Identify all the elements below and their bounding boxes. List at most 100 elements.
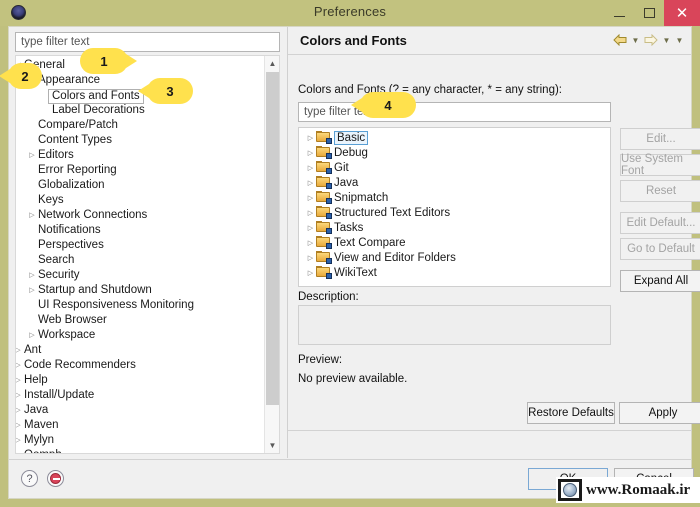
colors-fonts-category-tree[interactable]: ▷ Basic ▷ Debug ▷ Git ▷ Java ▷ Snipmatch ▷ Structur… <box>298 127 611 287</box>
colors-fonts-filter-input[interactable]: type filter text <box>298 102 611 122</box>
edit-button[interactable]: Edit... <box>620 128 700 150</box>
category-item-label: View and Editor Folders <box>334 252 456 264</box>
twisty-collapsed-icon[interactable]: ▷ <box>16 433 23 448</box>
restore-defaults-button[interactable]: Restore Defaults <box>527 402 615 424</box>
tree-item-general[interactable]: ◢General <box>16 58 266 73</box>
scrollbar-thumb[interactable] <box>266 72 279 405</box>
tree-item-maven[interactable]: ▷ Maven <box>16 418 266 433</box>
category-item-view-and-editor-folders[interactable]: ▷ View and Editor Folders <box>299 251 610 266</box>
category-item-basic[interactable]: ▷ Basic <box>299 131 610 146</box>
folder-theme-icon <box>316 221 332 234</box>
tree-item-label: Security <box>38 269 80 281</box>
twisty-collapsed-icon[interactable]: ▷ <box>305 221 316 236</box>
twisty-collapsed-icon[interactable]: ▷ <box>305 251 316 266</box>
twisty-collapsed-icon[interactable]: ▷ <box>305 161 316 176</box>
tree-item-error-reporting[interactable]: Error Reporting <box>16 163 266 178</box>
tree-item-notifications[interactable]: Notifications <box>16 223 266 238</box>
tree-item-code-recommenders[interactable]: ▷ Code Recommenders <box>16 358 266 373</box>
chevron-up-icon[interactable]: ▲ <box>265 56 279 71</box>
twisty-collapsed-icon[interactable]: ▷ <box>305 206 316 221</box>
tree-item-label: Label Decorations <box>52 104 145 116</box>
forward-arrow-icon[interactable] <box>643 32 659 48</box>
tree-item-editors[interactable]: ▷ Editors <box>16 148 266 163</box>
twisty-collapsed-icon[interactable]: ▷ <box>305 191 316 206</box>
twisty-collapsed-icon[interactable]: ▷ <box>16 418 23 433</box>
tree-item-content-types[interactable]: Content Types <box>16 133 266 148</box>
twisty-collapsed-icon[interactable]: ▷ <box>305 176 316 191</box>
tree-item-web-browser[interactable]: Web Browser <box>16 313 266 328</box>
tree-item-label: Editors <box>38 149 74 161</box>
back-arrow-icon[interactable] <box>612 32 628 48</box>
tree-item-label-decorations[interactable]: Label Decorations <box>16 103 266 118</box>
tree-item-keys[interactable]: Keys <box>16 193 266 208</box>
use-system-font-button[interactable]: Use System Font <box>620 153 700 177</box>
twisty-collapsed-icon[interactable]: ▷ <box>27 148 37 163</box>
chevron-down-icon[interactable]: ▼ <box>265 438 279 453</box>
back-menu-chevron-down-icon[interactable]: ▼ <box>630 32 641 48</box>
tree-filter-input[interactable]: type filter text <box>15 32 280 52</box>
minimize-button[interactable] <box>604 0 634 26</box>
twisty-collapsed-icon[interactable]: ▷ <box>305 266 316 281</box>
dialog-frame: type filter text ◢General◢AppearanceColo… <box>8 26 700 499</box>
tree-item-label: Notifications <box>38 224 101 236</box>
twisty-collapsed-icon[interactable]: ▷ <box>27 283 37 298</box>
tree-item-workspace[interactable]: ▷ Workspace <box>16 328 266 343</box>
twisty-collapsed-icon[interactable]: ▷ <box>27 328 37 343</box>
reset-button[interactable]: Reset <box>620 180 700 202</box>
tree-item-ui-responsiveness-monitoring[interactable]: UI Responsiveness Monitoring <box>16 298 266 313</box>
twisty-collapsed-icon[interactable]: ▷ <box>305 236 316 251</box>
category-item-git[interactable]: ▷ Git <box>299 161 610 176</box>
tree-item-search[interactable]: Search <box>16 253 266 268</box>
preference-tree[interactable]: ◢General◢AppearanceColors and FontsLabel… <box>15 55 280 454</box>
edit-default-button[interactable]: Edit Default... <box>620 212 700 234</box>
tree-item-compare-patch[interactable]: Compare/Patch <box>16 118 266 133</box>
close-button[interactable]: ✕ <box>664 0 700 26</box>
tree-item-mylyn[interactable]: ▷ Mylyn <box>16 433 266 448</box>
apply-button[interactable]: Apply <box>619 402 700 424</box>
tree-item-help[interactable]: ▷ Help <box>16 373 266 388</box>
twisty-collapsed-icon[interactable]: ▷ <box>16 388 23 403</box>
help-icon[interactable]: ? <box>21 470 38 487</box>
twisty-collapsed-icon[interactable]: ▷ <box>27 268 37 283</box>
twisty-collapsed-icon[interactable]: ▷ <box>16 448 23 453</box>
error-icon[interactable] <box>47 470 64 487</box>
go-to-default-button[interactable]: Go to Default <box>620 238 700 260</box>
tree-item-ant[interactable]: ▷ Ant <box>16 343 266 358</box>
category-item-text-compare[interactable]: ▷ Text Compare <box>299 236 610 251</box>
category-item-label: Basic <box>334 131 369 145</box>
twisty-collapsed-icon[interactable]: ▷ <box>16 403 23 418</box>
more-chevron-down-icon[interactable]: ▼ <box>674 32 685 48</box>
twisty-collapsed-icon[interactable]: ▷ <box>305 131 316 146</box>
maximize-button[interactable] <box>634 0 664 26</box>
tree-item-perspectives[interactable]: Perspectives <box>16 238 266 253</box>
tree-item-security[interactable]: ▷ Security <box>16 268 266 283</box>
twisty-collapsed-icon[interactable]: ▷ <box>16 343 23 358</box>
category-item-snipmatch[interactable]: ▷ Snipmatch <box>299 191 610 206</box>
error-dot-icon <box>50 473 61 484</box>
expand-all-button[interactable]: Expand All <box>620 270 700 292</box>
tree-item-oomph[interactable]: ▷Oomph <box>16 448 266 453</box>
tree-item-label: Network Connections <box>38 209 148 221</box>
tree-item-label: Globalization <box>38 179 105 191</box>
category-item-wikitext[interactable]: ▷ WikiText <box>299 266 610 281</box>
category-item-java[interactable]: ▷ Java <box>299 176 610 191</box>
tree-item-network-connections[interactable]: ▷ Network Connections <box>16 208 266 223</box>
tree-item-label: Colors and Fonts <box>48 89 144 104</box>
watermark: www.Romaak.ir <box>556 477 700 503</box>
tree-scrollbar[interactable]: ▲ ▼ <box>264 56 279 453</box>
category-item-debug[interactable]: ▷ Debug <box>299 146 610 161</box>
tree-item-label: Help <box>24 374 48 386</box>
forward-menu-chevron-down-icon[interactable]: ▼ <box>661 32 672 48</box>
callout-1: 1 <box>80 48 137 74</box>
category-item-tasks[interactable]: ▷ Tasks <box>299 221 610 236</box>
tree-item-globalization[interactable]: Globalization <box>16 178 266 193</box>
tree-item-java[interactable]: ▷ Java <box>16 403 266 418</box>
tree-item-startup-and-shutdown[interactable]: ▷ Startup and Shutdown <box>16 283 266 298</box>
twisty-collapsed-icon[interactable]: ▷ <box>16 358 23 373</box>
category-item-structured-text-editors[interactable]: ▷ Structured Text Editors <box>299 206 610 221</box>
colors-fonts-filter-label: Colors and Fonts (? = any character, * =… <box>298 84 562 96</box>
twisty-collapsed-icon[interactable]: ▷ <box>16 373 23 388</box>
twisty-collapsed-icon[interactable]: ▷ <box>27 208 37 223</box>
tree-item-install-update[interactable]: ▷ Install/Update <box>16 388 266 403</box>
twisty-collapsed-icon[interactable]: ▷ <box>305 146 316 161</box>
